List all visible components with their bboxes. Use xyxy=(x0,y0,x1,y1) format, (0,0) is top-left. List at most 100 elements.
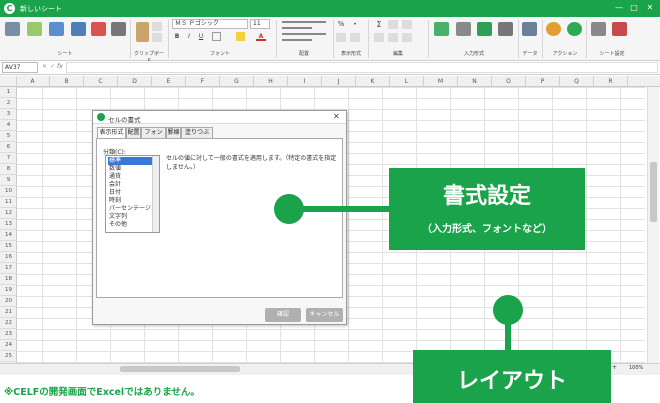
font-color-button[interactable]: A xyxy=(256,32,266,41)
data-table-icon[interactable] xyxy=(522,22,537,36)
row-header[interactable]: 16 xyxy=(0,252,17,263)
tab-fill[interactable]: 塗りつぶし xyxy=(181,127,213,146)
underline-button[interactable]: U xyxy=(196,32,206,41)
row-header[interactable]: 19 xyxy=(0,285,17,296)
row-header[interactable]: 22 xyxy=(0,318,17,329)
horizontal-scroll-thumb[interactable] xyxy=(120,366,240,372)
action-icon[interactable] xyxy=(546,22,561,36)
list-item[interactable]: 数値 xyxy=(108,165,152,173)
percent-button[interactable]: % xyxy=(336,20,346,29)
list-item[interactable]: その他 xyxy=(108,221,152,229)
checkbox-format-icon[interactable] xyxy=(434,22,449,36)
column-header[interactable]: B xyxy=(50,76,84,87)
tab-font[interactable]: フォント xyxy=(141,127,166,146)
filter-icon[interactable] xyxy=(402,20,412,29)
column-header[interactable]: Q xyxy=(560,76,594,87)
new-sheet-icon[interactable] xyxy=(49,22,64,36)
row-header[interactable]: 24 xyxy=(0,340,17,351)
sheet-settings-icon[interactable] xyxy=(612,22,627,36)
row-header[interactable]: 21 xyxy=(0,307,17,318)
row-header[interactable]: 9 xyxy=(0,175,17,186)
column-header[interactable]: R xyxy=(594,76,628,87)
column-header[interactable]: H xyxy=(254,76,288,87)
decimal-increase-icon[interactable] xyxy=(336,33,346,42)
list-format-icon[interactable] xyxy=(456,22,471,36)
list-item[interactable]: 時刻 xyxy=(108,197,152,205)
column-header[interactable]: E xyxy=(152,76,186,87)
run-icon[interactable] xyxy=(567,22,582,36)
row-header[interactable]: 18 xyxy=(0,274,17,285)
italic-button[interactable]: I xyxy=(184,32,194,41)
column-header[interactable]: D xyxy=(118,76,152,87)
bold-button[interactable]: B xyxy=(172,32,182,41)
column-header[interactable]: G xyxy=(220,76,254,87)
minimize-button[interactable]: — xyxy=(612,3,626,13)
scroll-thumb[interactable] xyxy=(650,162,657,222)
list-item[interactable]: 通貨 xyxy=(108,173,152,181)
row-header[interactable]: 12 xyxy=(0,208,17,219)
ok-button[interactable]: 確認 xyxy=(265,308,301,322)
column-header[interactable]: N xyxy=(458,76,492,87)
list-item[interactable]: パーセンテージ xyxy=(108,205,152,213)
row-header[interactable]: 13 xyxy=(0,219,17,230)
list-item[interactable]: 標準 xyxy=(108,157,152,165)
column-header[interactable]: K xyxy=(356,76,390,87)
function-icon[interactable]: fx xyxy=(57,63,63,70)
undo-icon[interactable] xyxy=(402,33,412,42)
row-header[interactable]: 1 xyxy=(0,87,17,98)
text-input-icon[interactable] xyxy=(498,22,513,36)
row-header[interactable]: 23 xyxy=(0,329,17,340)
border-icon[interactable] xyxy=(212,32,221,41)
sheet-copy-icon[interactable] xyxy=(71,22,86,36)
maximize-button[interactable]: □ xyxy=(627,3,641,13)
corner-cell[interactable] xyxy=(0,76,17,87)
row-header[interactable]: 5 xyxy=(0,131,17,142)
fill-down-icon[interactable] xyxy=(374,33,384,42)
column-header[interactable]: L xyxy=(390,76,424,87)
formula-input[interactable] xyxy=(66,62,658,73)
category-list[interactable]: 標準 数値 通貨 会計 日付 時刻 パーセンテージ 文字列 その他 xyxy=(105,155,160,233)
tab-border[interactable]: 罫線 xyxy=(166,127,181,138)
fill-color-icon[interactable] xyxy=(236,32,245,41)
column-header[interactable]: I xyxy=(288,76,322,87)
zoom-in-button[interactable]: + xyxy=(612,364,617,371)
comma-button[interactable]: • xyxy=(350,20,360,29)
column-header[interactable]: M xyxy=(424,76,458,87)
font-size-select[interactable]: 11 xyxy=(250,19,270,29)
row-header[interactable]: 6 xyxy=(0,142,17,153)
close-button[interactable]: ✕ xyxy=(643,3,657,13)
column-header[interactable]: A xyxy=(16,76,50,87)
row-header[interactable]: 2 xyxy=(0,98,17,109)
list-item[interactable]: 会計 xyxy=(108,181,152,189)
sheet-delete-icon[interactable] xyxy=(91,22,106,36)
column-header[interactable]: F xyxy=(186,76,220,87)
column-header[interactable]: P xyxy=(526,76,560,87)
sum-button[interactable]: Σ xyxy=(374,20,384,29)
name-box[interactable]: AV37 xyxy=(2,62,38,73)
row-header[interactable]: 25 xyxy=(0,351,17,362)
decimal-decrease-icon[interactable] xyxy=(350,33,360,42)
calendar-icon[interactable] xyxy=(477,22,492,36)
column-header[interactable]: J xyxy=(322,76,356,87)
copy-icon[interactable] xyxy=(152,33,162,42)
database-icon[interactable] xyxy=(5,22,20,36)
row-header[interactable]: 8 xyxy=(0,164,17,175)
row-header[interactable]: 20 xyxy=(0,296,17,307)
confirm-icon[interactable]: ✓ xyxy=(50,63,55,70)
sort-icon[interactable] xyxy=(388,20,398,29)
print-icon[interactable] xyxy=(111,22,126,36)
row-header[interactable]: 11 xyxy=(0,197,17,208)
edit-sheet-icon[interactable] xyxy=(27,22,42,36)
tab-alignment[interactable]: 配置 xyxy=(126,127,141,138)
paste-icon[interactable] xyxy=(136,22,149,42)
row-header[interactable]: 4 xyxy=(0,120,17,131)
row-header[interactable]: 17 xyxy=(0,263,17,274)
cancel-button[interactable]: キャンセル xyxy=(306,308,343,322)
column-header[interactable]: C xyxy=(84,76,118,87)
gear-icon[interactable] xyxy=(591,22,606,36)
cut-icon[interactable] xyxy=(152,22,162,31)
column-header[interactable]: O xyxy=(492,76,526,87)
dialog-close-icon[interactable]: ✕ xyxy=(333,112,340,121)
row-header[interactable]: 15 xyxy=(0,241,17,252)
font-name-select[interactable]: ＭＳ Ｐゴシック xyxy=(172,19,248,29)
